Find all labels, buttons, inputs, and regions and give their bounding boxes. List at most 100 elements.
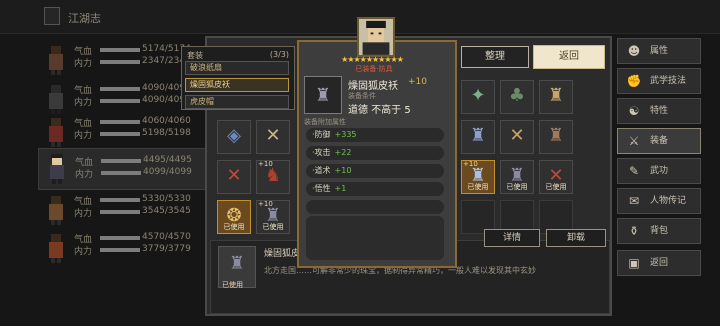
nav-return[interactable]: ▣ 返回 bbox=[617, 250, 701, 276]
equip-slot-helmet[interactable]: ◈ bbox=[217, 120, 251, 154]
inventory-slot[interactable]: ♜ bbox=[539, 120, 573, 154]
tooltip-blank-area bbox=[306, 216, 444, 260]
mp-bar bbox=[100, 132, 140, 136]
equipment-icon: ⚔ bbox=[628, 134, 640, 148]
mp-value: 5198/5198 bbox=[142, 128, 191, 138]
hp-bar bbox=[100, 236, 140, 240]
party-member-4[interactable]: 气血 4495/4495 内力 4099/4099 bbox=[38, 148, 208, 190]
mp-label: 内力 bbox=[74, 209, 93, 219]
silhouette-icon: ☻ bbox=[627, 44, 641, 58]
inventory-slot[interactable]: ♣ bbox=[500, 80, 534, 114]
set-item[interactable]: 虎皮帽 bbox=[185, 95, 289, 109]
attribute-header: 装备附加属性 bbox=[304, 118, 346, 126]
character-avatar bbox=[49, 196, 63, 225]
return-button[interactable]: 返回 bbox=[533, 45, 605, 69]
requirement-label: 装备条件 bbox=[348, 92, 376, 100]
mp-label: 内力 bbox=[74, 247, 93, 257]
hp-value: 4570/4570 bbox=[142, 232, 191, 242]
mp-value: 3545/3545 bbox=[142, 206, 191, 216]
attr-value: +1 bbox=[334, 184, 347, 193]
attr-name: 悟性 bbox=[314, 184, 331, 193]
nav-equipment[interactable]: ⚔ 装备 bbox=[617, 128, 701, 154]
nav-martial-arts[interactable]: ✊ 武学技法 bbox=[617, 68, 701, 94]
attr-name: 攻击 bbox=[314, 148, 331, 157]
nav-attributes[interactable]: ☻ 属性 bbox=[617, 38, 701, 64]
mp-bar bbox=[101, 171, 141, 175]
hp-value: 5330/5330 bbox=[142, 194, 191, 204]
back-icon[interactable] bbox=[44, 7, 60, 25]
used-badge: 已使用 bbox=[467, 183, 489, 191]
mp-bar bbox=[100, 60, 140, 64]
trait-icon: ☯ bbox=[628, 104, 640, 118]
used-badge: 已使用 bbox=[506, 183, 528, 191]
biography-icon: ✉ bbox=[628, 194, 640, 208]
used-badge: 已使用 bbox=[223, 223, 245, 231]
tooltip-item-name: 燥固狐皮袄 bbox=[348, 81, 398, 92]
inventory-slot[interactable]: ♜ 已使用 bbox=[500, 160, 534, 194]
equip-slot-weapon[interactable]: ✕ bbox=[217, 160, 251, 194]
hp-bar bbox=[100, 198, 140, 202]
mp-label: 内力 bbox=[74, 131, 93, 141]
equip-slot-outfit[interactable]: +10 ♜ 已使用 bbox=[256, 200, 290, 234]
attr-value: +10 bbox=[334, 166, 352, 175]
inventory-slot[interactable]: ✕ bbox=[500, 120, 534, 154]
character-portrait bbox=[357, 17, 395, 57]
bag-icon: ⚱ bbox=[628, 224, 640, 238]
kungfu-icon: ✎ bbox=[628, 164, 640, 178]
attr-value: +22 bbox=[334, 148, 352, 157]
nav-traits[interactable]: ☯ 特性 bbox=[617, 98, 701, 124]
party-member-5[interactable]: 气血 5330/5330 内力 3545/3545 bbox=[38, 190, 208, 232]
inventory-slot[interactable]: +10 ♜ 已使用 bbox=[461, 160, 495, 194]
hp-bar bbox=[101, 159, 141, 163]
equip-slot-accessory[interactable]: ❂ 已使用 bbox=[217, 200, 251, 234]
hp-value: 4495/4495 bbox=[143, 155, 192, 165]
attr-name: 防御 bbox=[314, 130, 331, 139]
attribute-row-defense: ·防御 +335 bbox=[306, 128, 444, 142]
mp-label: 内力 bbox=[75, 170, 94, 180]
return-icon: ▣ bbox=[628, 256, 640, 270]
hp-bar bbox=[100, 48, 140, 52]
equip-slot-armor[interactable]: +10 ♞ bbox=[256, 160, 290, 194]
page-title: 江湖志 bbox=[68, 12, 101, 25]
set-header: 套装 bbox=[187, 51, 203, 60]
equip-slot-fan[interactable]: ✕ bbox=[256, 120, 290, 154]
inventory-slot[interactable]: ✦ bbox=[461, 80, 495, 114]
attribute-row-dao: ·道术 +10 bbox=[306, 164, 444, 178]
mp-value: 4099/4099 bbox=[143, 167, 192, 177]
mp-bar bbox=[100, 248, 140, 252]
mp-value: 3779/3779 bbox=[142, 244, 191, 254]
mp-bar bbox=[100, 99, 140, 103]
rarity-stars: ★★★★★★★★★★ bbox=[341, 55, 404, 64]
inventory-slot[interactable]: ♜ bbox=[539, 80, 573, 114]
hp-value: 4060/4060 bbox=[142, 116, 191, 126]
unequip-button[interactable]: 卸载 bbox=[546, 229, 606, 247]
tooltip-subtitle: 已装备·防具 bbox=[355, 65, 393, 73]
attribute-row-insight: ·悟性 +1 bbox=[306, 182, 444, 196]
set-item[interactable]: 破浪纸扇 bbox=[185, 61, 289, 75]
item-used-badge: 已使用 bbox=[222, 281, 243, 289]
nav-kungfu[interactable]: ✎ 武功 bbox=[617, 158, 701, 184]
inventory-slot[interactable]: ♜ bbox=[461, 120, 495, 154]
attr-name: 道术 bbox=[314, 166, 331, 175]
mp-label: 内力 bbox=[74, 59, 93, 69]
requirement-value: 道德 不高于 5 bbox=[348, 105, 411, 116]
martial-icon: ✊ bbox=[626, 74, 642, 88]
attribute-row-attack: ·攻击 +22 bbox=[306, 146, 444, 160]
set-count: (3/3) bbox=[269, 50, 289, 59]
set-item-selected[interactable]: 燥固狐皮袄 bbox=[185, 78, 289, 92]
attribute-row-empty bbox=[306, 200, 444, 214]
character-avatar bbox=[50, 154, 64, 184]
attr-value: +335 bbox=[334, 130, 357, 139]
used-badge: 已使用 bbox=[545, 183, 567, 191]
character-avatar bbox=[49, 118, 63, 147]
party-member-6[interactable]: 气血 4570/4570 内力 3779/3779 bbox=[38, 228, 208, 270]
used-badge: 已使用 bbox=[262, 223, 284, 231]
mp-bar bbox=[100, 210, 140, 214]
tooltip-item-icon: ♜ bbox=[304, 76, 342, 114]
detail-button[interactable]: 详情 bbox=[484, 229, 540, 247]
nav-bag[interactable]: ⚱ 背包 bbox=[617, 218, 701, 244]
nav-biography[interactable]: ✉ 人物传记 bbox=[617, 188, 701, 214]
character-avatar bbox=[49, 85, 63, 114]
sort-button[interactable]: 整理 bbox=[461, 46, 529, 68]
inventory-slot[interactable]: ✕ 已使用 bbox=[539, 160, 573, 194]
